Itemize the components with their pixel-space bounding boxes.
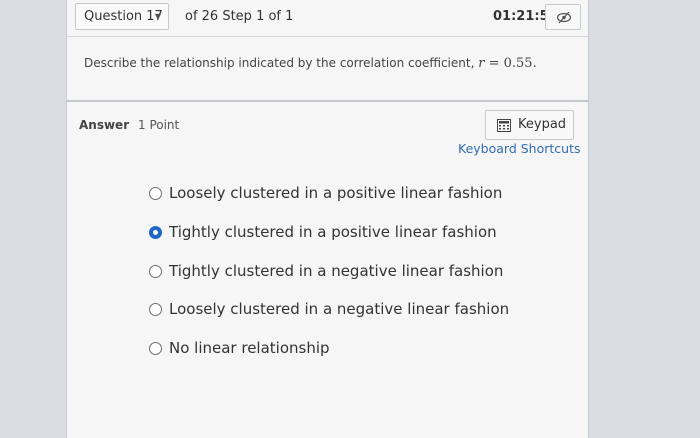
option-label: Tightly clustered in a negative linear f… bbox=[169, 262, 504, 280]
math-suffix: . bbox=[532, 56, 537, 71]
hide-timer-button[interactable] bbox=[545, 4, 581, 30]
math-equals: = bbox=[488, 56, 500, 71]
question-stem: Describe the relationship indicated by t… bbox=[67, 36, 588, 102]
radio-button[interactable] bbox=[149, 187, 162, 200]
eye-slash-icon bbox=[556, 11, 572, 24]
keyboard-shortcuts-link[interactable]: Keyboard Shortcuts bbox=[458, 141, 581, 156]
question-text: Describe the relationship indicated by t… bbox=[84, 56, 537, 71]
answer-label: Answer bbox=[79, 118, 130, 132]
option-label: Loosely clustered in a negative linear f… bbox=[169, 300, 510, 318]
math-variable: r bbox=[478, 56, 485, 71]
radio-button-selected[interactable] bbox=[149, 226, 162, 239]
chevron-down-icon: ▼ bbox=[154, 12, 161, 21]
keypad-icon bbox=[497, 119, 511, 132]
option-label: Loosely clustered in a positive linear f… bbox=[169, 184, 503, 202]
math-value: 0.55 bbox=[503, 56, 533, 71]
option-label: No linear relationship bbox=[169, 339, 330, 357]
option-label: Tightly clustered in a positive linear f… bbox=[169, 223, 497, 241]
question-selector[interactable]: Question 17 ▼ bbox=[75, 3, 169, 30]
question-math: r = 0.55. bbox=[478, 56, 537, 71]
question-panel: Question 17 ▼ of 26 Step 1 of 1 01:21:50… bbox=[66, 0, 589, 438]
question-header: Question 17 ▼ of 26 Step 1 of 1 01:21:50 bbox=[67, 0, 588, 37]
radio-button[interactable] bbox=[149, 265, 162, 278]
question-selector-label: Question 17 bbox=[84, 9, 163, 24]
points-value: 1 Point bbox=[138, 118, 180, 132]
keypad-label: Keypad bbox=[518, 117, 567, 132]
radio-button[interactable] bbox=[149, 303, 162, 316]
question-position: of 26 Step 1 of 1 bbox=[185, 9, 294, 24]
keypad-button[interactable]: Keypad bbox=[485, 110, 574, 140]
radio-button[interactable] bbox=[149, 342, 162, 355]
question-text-prefix: Describe the relationship indicated by t… bbox=[84, 56, 475, 70]
